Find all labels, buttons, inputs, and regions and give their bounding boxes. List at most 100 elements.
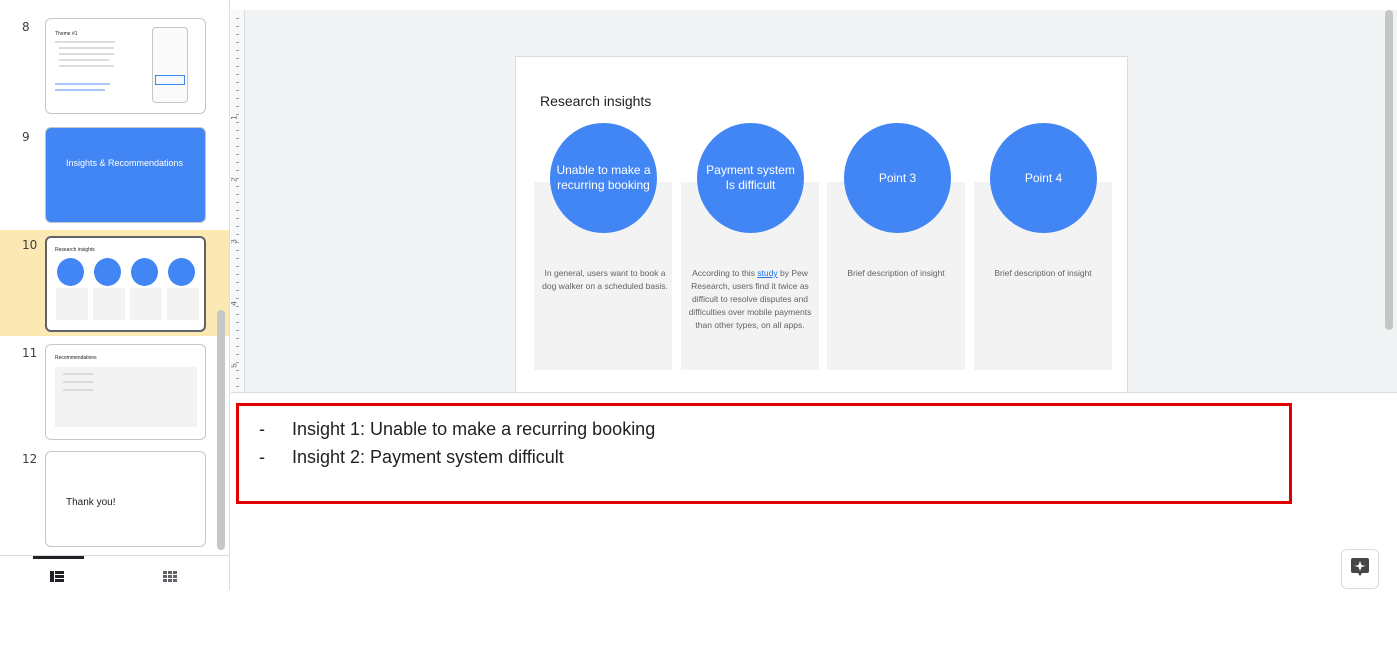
notes-line[interactable]: - Insight 2: Payment system difficult bbox=[259, 447, 564, 468]
insight-description[interactable]: In general, users want to book a dog wal… bbox=[541, 267, 669, 293]
slide-thumbnail-10[interactable]: Research insights bbox=[45, 236, 206, 332]
grid-view-icon[interactable] bbox=[163, 569, 177, 587]
ruler-tick bbox=[236, 178, 239, 179]
insight-circle[interactable]: Point 3 bbox=[844, 123, 951, 233]
ruler-tick bbox=[236, 170, 239, 171]
ruler-tick bbox=[236, 266, 239, 267]
insight-description[interactable]: Brief description of insight bbox=[832, 267, 960, 280]
insight-circle[interactable]: Unable to make a recurring booking bbox=[550, 123, 657, 233]
ruler-tick bbox=[236, 66, 239, 67]
editor-scrollbar[interactable] bbox=[1385, 10, 1393, 330]
thumbnail-text-line bbox=[55, 89, 105, 91]
slide-number: 12 bbox=[22, 452, 38, 466]
filmstrip-item-10[interactable]: 10 Research insights bbox=[0, 230, 229, 336]
ruler-tick bbox=[236, 186, 239, 187]
ruler-tick bbox=[236, 298, 239, 299]
speaker-notes-panel[interactable]: - Insight 1: Unable to make a recurring … bbox=[231, 392, 1397, 590]
ruler-tick bbox=[236, 82, 239, 83]
thumbnail-circle bbox=[168, 258, 195, 286]
insight-description[interactable]: Brief description of insight bbox=[979, 267, 1107, 280]
view-indicator bbox=[33, 556, 84, 559]
thumbnail-card bbox=[55, 367, 197, 427]
ruler-tick bbox=[236, 106, 239, 107]
filmstrip-item-11[interactable]: 11 Recommendations bbox=[0, 336, 229, 442]
ruler-tick bbox=[236, 34, 239, 35]
thumbnail-title: Insights & Recommendations bbox=[66, 158, 184, 168]
ruler-tick bbox=[236, 50, 239, 51]
filmstrip-item-12[interactable]: 12 Thank you! bbox=[0, 442, 229, 552]
ruler-tick bbox=[236, 346, 239, 347]
ruler-tick bbox=[236, 234, 239, 235]
ruler-tick bbox=[236, 210, 239, 211]
ruler-tick bbox=[236, 58, 239, 59]
ruler-tick bbox=[236, 354, 239, 355]
thumbnail-card bbox=[56, 288, 88, 320]
view-toggle bbox=[0, 555, 229, 590]
current-slide[interactable]: Research insights Unable to make a recur… bbox=[515, 56, 1128, 392]
slide-number: 8 bbox=[22, 20, 30, 34]
slides-editor: 8 Theme #1 9 Insights & Recommendations bbox=[0, 0, 1397, 648]
notes-text[interactable]: Insight 2: Payment system difficult bbox=[292, 447, 564, 468]
slide-thumbnail-8[interactable]: Theme #1 bbox=[45, 18, 206, 114]
ruler-tick bbox=[236, 90, 239, 91]
assistant-button[interactable] bbox=[1341, 549, 1379, 589]
bullet-dash: - bbox=[259, 447, 265, 467]
filmstrip-item-8[interactable]: 8 Theme #1 bbox=[0, 0, 229, 120]
ruler-tick bbox=[236, 370, 239, 371]
thumbnail-circle bbox=[57, 258, 84, 286]
circle-label: Point 4 bbox=[1024, 170, 1063, 185]
thumbnail-title: Theme #1 bbox=[55, 31, 78, 37]
ruler-tick bbox=[236, 130, 239, 131]
ruler-number: 1 bbox=[231, 115, 239, 119]
ruler-tick bbox=[236, 250, 239, 251]
thumbnail-text-line bbox=[59, 59, 109, 61]
ruler-tick bbox=[236, 114, 239, 115]
ruler-tick bbox=[236, 282, 239, 283]
thumbnail-text-line bbox=[55, 83, 110, 85]
ruler-tick bbox=[236, 242, 239, 243]
ruler-tick bbox=[236, 330, 239, 331]
thumbnail-text-line bbox=[63, 389, 93, 391]
ruler-tick bbox=[236, 386, 239, 387]
ruler-tick bbox=[236, 98, 239, 99]
ruler-tick bbox=[236, 378, 239, 379]
thumbnail-title: Research insights bbox=[55, 247, 95, 253]
slide-canvas-area: 1 2 3 4 5 Research insights Unable to ma… bbox=[231, 10, 1397, 392]
filmstrip-view-icon[interactable] bbox=[50, 569, 64, 587]
insight-circle[interactable]: Point 4 bbox=[990, 123, 1097, 233]
ruler-tick bbox=[236, 122, 239, 123]
vertical-ruler: 1 2 3 4 5 bbox=[231, 10, 245, 392]
filmstrip-item-9[interactable]: 9 Insights & Recommendations bbox=[0, 120, 229, 230]
thumbnail-card bbox=[93, 288, 125, 320]
slide-title[interactable]: Research insights bbox=[540, 93, 651, 109]
circle-label: Unable to make a recurring booking bbox=[556, 163, 651, 192]
thumbnail-text-line bbox=[59, 65, 114, 67]
thumbnail-text-line bbox=[59, 47, 114, 49]
ruler-tick bbox=[236, 42, 239, 43]
study-link[interactable]: study bbox=[757, 268, 777, 278]
phone-highlight bbox=[155, 75, 185, 85]
ruler-tick bbox=[236, 322, 239, 323]
filmstrip-scrollbar[interactable] bbox=[217, 310, 225, 550]
thumbnail-text-line bbox=[63, 381, 93, 383]
thumbnail-card bbox=[167, 288, 199, 320]
slide-number: 10 bbox=[22, 238, 38, 252]
thumbnail-circle bbox=[94, 258, 121, 286]
ruler-tick bbox=[236, 226, 239, 227]
thumbnail-text-line bbox=[55, 41, 115, 43]
slide-thumbnail-12[interactable]: Thank you! bbox=[45, 451, 206, 547]
ruler-tick bbox=[236, 218, 239, 219]
ruler-tick bbox=[236, 274, 239, 275]
thumbnail-title: Thank you! bbox=[66, 497, 116, 508]
insight-description[interactable]: According to this study by Pew Research,… bbox=[686, 267, 814, 332]
phone-mockup bbox=[152, 27, 188, 103]
bullet-dash: - bbox=[259, 419, 265, 439]
ruler-tick bbox=[236, 306, 239, 307]
notes-text[interactable]: Insight 1: Unable to make a recurring bo… bbox=[292, 419, 655, 440]
slide-thumbnail-11[interactable]: Recommendations bbox=[45, 344, 206, 440]
insight-circle[interactable]: Payment system Is difficult bbox=[697, 123, 804, 233]
ruler-number: 5 bbox=[231, 363, 239, 367]
ruler-tick bbox=[236, 362, 239, 363]
slide-thumbnail-9[interactable]: Insights & Recommendations bbox=[45, 127, 206, 223]
notes-line[interactable]: - Insight 1: Unable to make a recurring … bbox=[259, 419, 655, 440]
